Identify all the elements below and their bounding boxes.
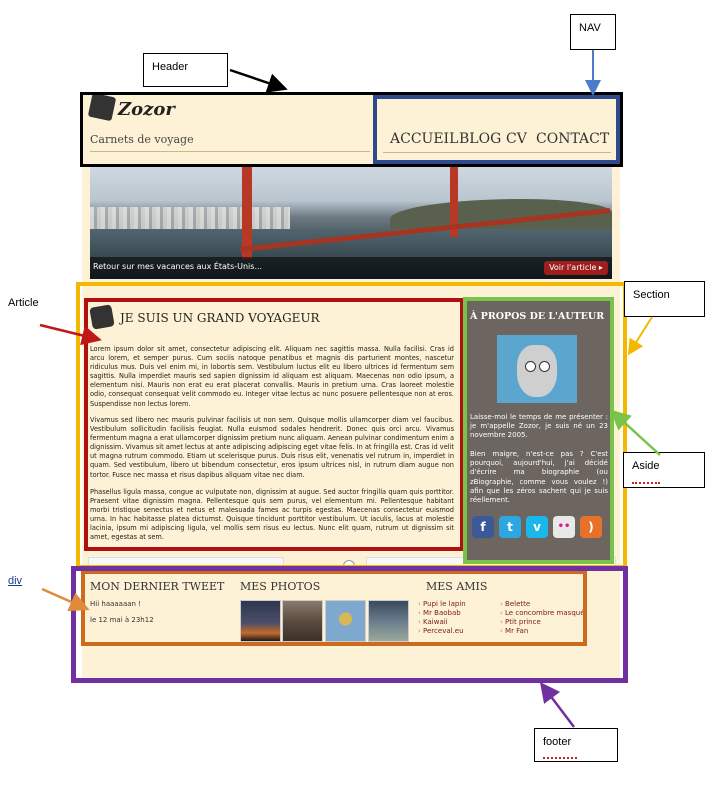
footer-arrow (539, 682, 575, 728)
header-arrow (229, 68, 288, 93)
section-arrow (627, 316, 653, 356)
article-arrow (39, 323, 102, 346)
aside-arrow (610, 409, 661, 456)
div-arrow (41, 587, 90, 612)
spellcheck-underline (543, 755, 577, 759)
annotation-arrows (39, 50, 661, 728)
spellcheck-underline (632, 480, 660, 484)
